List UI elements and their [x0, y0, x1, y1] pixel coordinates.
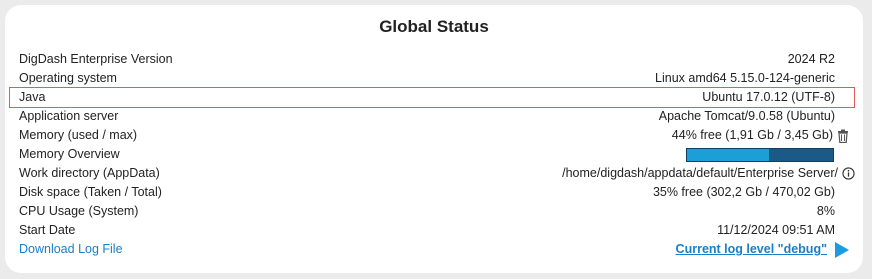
row-version: DigDash Enterprise Version 2024 R2: [19, 50, 849, 69]
row-label: Java: [19, 90, 46, 104]
row-memory-overview: Memory Overview: [19, 145, 849, 164]
row-value: /home/digdash/appdata/default/Enterprise…: [562, 166, 838, 180]
row-memory: Memory (used / max) 44% free (1,91 Gb / …: [19, 126, 849, 145]
row-value: 2024 R2: [787, 52, 835, 66]
memory-overview-bar: [686, 148, 834, 162]
row-value: 8%: [816, 204, 835, 218]
row-label: Application server: [19, 109, 119, 123]
row-label: Memory Overview: [19, 147, 120, 161]
row-label: Disk space (Taken / Total): [19, 185, 162, 199]
global-status-panel: Global Status DigDash Enterprise Version…: [5, 5, 863, 273]
play-icon[interactable]: [835, 241, 849, 258]
row-work-directory: Work directory (AppData) /home/digdash/a…: [19, 164, 855, 183]
row-operating-system: Operating system Linux amd64 5.15.0-124-…: [19, 69, 849, 88]
info-icon[interactable]: [842, 167, 855, 180]
memory-free-fill: [768, 149, 833, 161]
row-label: Start Date: [19, 223, 76, 237]
row-value: 44% free (1,91 Gb / 3,45 Gb): [671, 128, 833, 142]
row-value: 35% free (302,2 Gb / 470,02 Gb): [652, 185, 835, 199]
row-java: Java Ubuntu 17.0.12 (UTF-8): [9, 87, 855, 108]
memory-used-fill: [687, 149, 769, 161]
row-label: Work directory (AppData): [19, 166, 160, 180]
status-rows: DigDash Enterprise Version 2024 R2 Opera…: [9, 50, 855, 259]
row-value: Linux amd64 5.15.0-124-generic: [655, 71, 835, 85]
row-value: Ubuntu 17.0.12 (UTF-8): [702, 90, 835, 104]
row-label: Memory (used / max): [19, 128, 138, 142]
row-start-date: Start Date 11/12/2024 09:51 AM: [19, 221, 849, 240]
row-label: CPU Usage (System): [19, 204, 139, 218]
panel-title: Global Status: [379, 17, 489, 36]
row-cpu-usage: CPU Usage (System) 8%: [19, 202, 849, 221]
download-log-link[interactable]: Download Log File: [19, 240, 123, 259]
trash-icon[interactable]: [837, 129, 849, 143]
row-footer-links: Download Log File Current log level "deb…: [19, 240, 849, 259]
row-disk-space: Disk space (Taken / Total) 35% free (302…: [19, 183, 849, 202]
row-label: DigDash Enterprise Version: [19, 52, 173, 66]
row-value: Apache Tomcat/9.0.58 (Ubuntu): [658, 109, 835, 123]
row-value: 11/12/2024 09:51 AM: [717, 223, 835, 237]
log-level-link[interactable]: Current log level "debug": [676, 240, 827, 259]
row-label: Operating system: [19, 71, 117, 85]
row-application-server: Application server Apache Tomcat/9.0.58 …: [19, 107, 849, 126]
